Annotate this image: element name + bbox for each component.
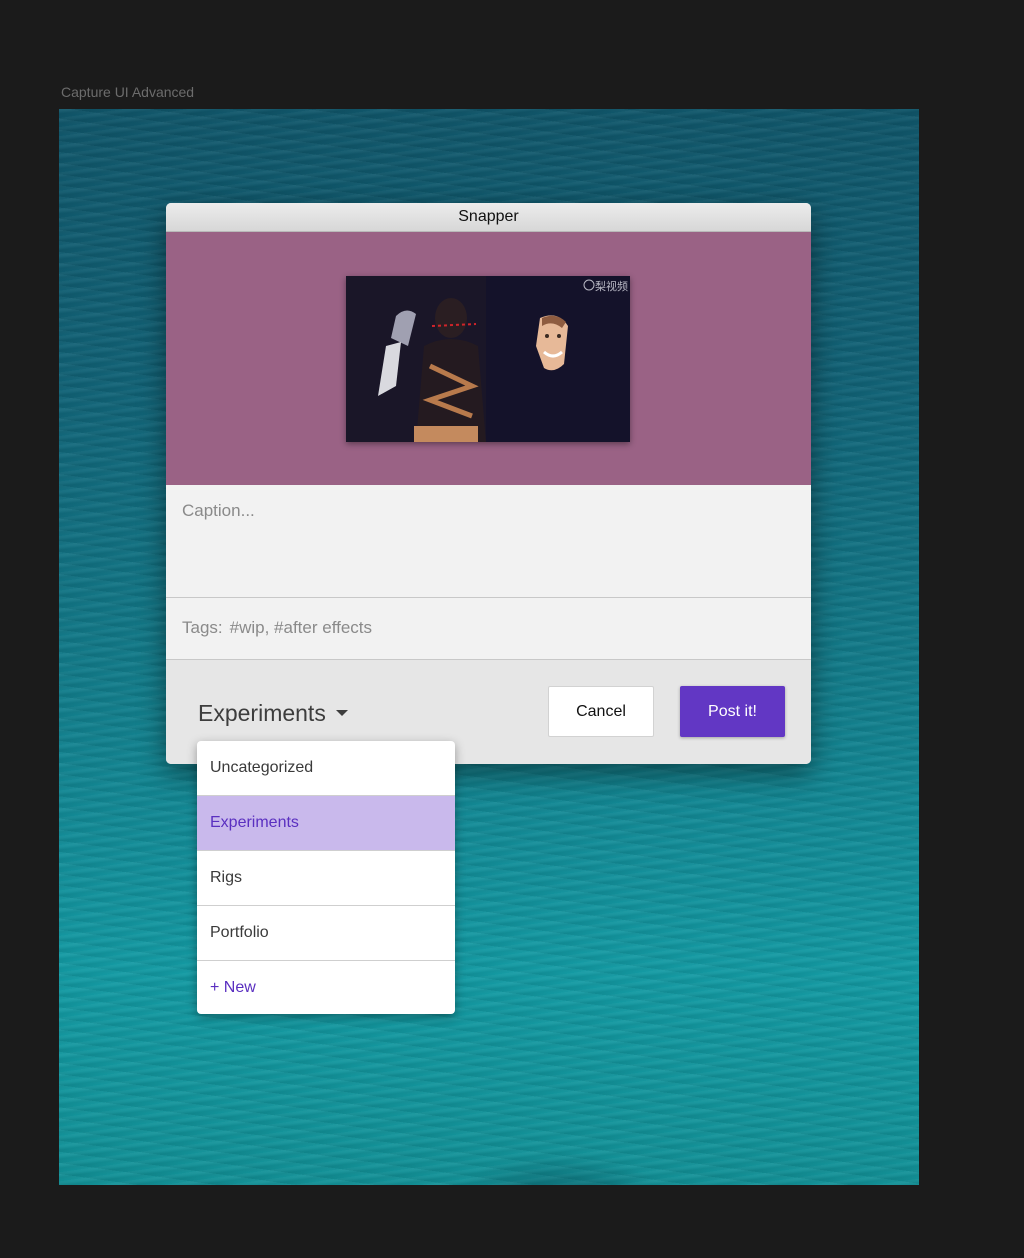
menu-item-new-category[interactable]: + New bbox=[197, 961, 455, 1014]
menu-item-rigs[interactable]: Rigs bbox=[197, 851, 455, 906]
ocean-background: Snapper 梨视频 Caption... Tags: #wip, #afte… bbox=[59, 109, 919, 1185]
tags-field[interactable]: Tags: #wip, #after effects bbox=[166, 598, 811, 660]
cancel-button[interactable]: Cancel bbox=[548, 686, 654, 737]
menu-item-experiments[interactable]: Experiments bbox=[197, 796, 455, 851]
category-dropdown[interactable]: Experiments bbox=[198, 700, 348, 727]
tags-label: Tags: bbox=[182, 618, 223, 637]
preview-area: 梨视频 bbox=[166, 232, 811, 485]
thumbnail-watermark: 梨视频 bbox=[595, 281, 628, 293]
category-selected-label: Experiments bbox=[198, 700, 326, 726]
caption-field[interactable]: Caption... bbox=[166, 485, 811, 598]
caret-down-icon bbox=[335, 709, 348, 716]
snapper-window: Snapper 梨视频 Caption... Tags: #wip, #afte… bbox=[166, 203, 811, 764]
window-title: Snapper bbox=[166, 203, 811, 232]
tags-placeholder: #wip, #after effects bbox=[229, 618, 373, 637]
menu-item-portfolio[interactable]: Portfolio bbox=[197, 906, 455, 961]
caption-placeholder: Caption... bbox=[182, 501, 255, 520]
menu-item-uncategorized[interactable]: Uncategorized bbox=[197, 741, 455, 796]
category-menu: Uncategorized Experiments Rigs Portfolio… bbox=[197, 741, 455, 1014]
thumbnail-image bbox=[346, 276, 630, 442]
captured-image-thumbnail[interactable]: 梨视频 bbox=[346, 276, 630, 442]
post-button[interactable]: Post it! bbox=[680, 686, 785, 737]
artboard-label: Capture UI Advanced bbox=[61, 84, 195, 100]
